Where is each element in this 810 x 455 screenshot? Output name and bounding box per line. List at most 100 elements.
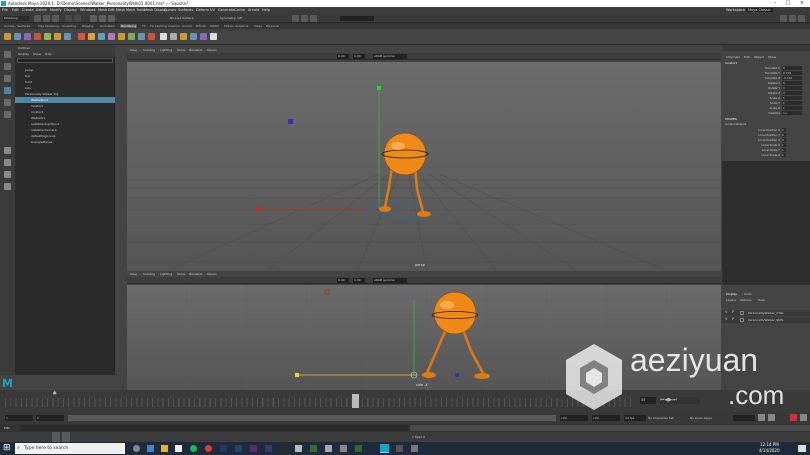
viewport-menu-item[interactable]: Lighting bbox=[160, 48, 172, 52]
undo-icon[interactable] bbox=[65, 15, 72, 22]
select-hierarchy-icon[interactable] bbox=[90, 15, 97, 22]
channel-tab[interactable]: Show bbox=[768, 55, 776, 59]
menu-item[interactable]: UV bbox=[210, 8, 215, 12]
paint-select-icon[interactable] bbox=[4, 75, 11, 82]
record-icon[interactable] bbox=[790, 414, 797, 421]
shelf-tool-icon[interactable] bbox=[200, 33, 207, 40]
shelf-tab[interactable]: Rigging bbox=[82, 24, 93, 28]
range-start-field[interactable]: 1 bbox=[36, 415, 64, 421]
outliner-layout-icon[interactable] bbox=[4, 183, 11, 190]
attribute-editor-icon[interactable] bbox=[789, 15, 796, 22]
shelf-tool-icon[interactable] bbox=[24, 33, 31, 40]
key-icon[interactable] bbox=[758, 414, 765, 421]
shelf-tool-icon[interactable] bbox=[98, 33, 105, 40]
viewport-menu-item[interactable]: Shading bbox=[143, 48, 155, 52]
photoshop-icon[interactable] bbox=[220, 445, 227, 452]
app-icon[interactable] bbox=[325, 445, 332, 452]
channel-tab[interactable]: Channels bbox=[726, 55, 740, 59]
outliner-item[interactable]: trianglePlanes bbox=[15, 139, 115, 145]
attribute-value[interactable]: 0.149 bbox=[782, 71, 802, 75]
windows-start-icon[interactable]: ⊞ bbox=[3, 444, 12, 453]
viewport-menu-item[interactable]: Show bbox=[177, 272, 185, 276]
color-swatch-icon[interactable] bbox=[740, 318, 744, 322]
color-space-dropdown[interactable]: sRGB gamma bbox=[373, 54, 407, 59]
shelf-tool-icon[interactable] bbox=[54, 33, 61, 40]
attribute-value[interactable]: 0 bbox=[782, 91, 802, 95]
shelf-tab-active[interactable]: Rendering bbox=[120, 24, 138, 28]
layer-name[interactable]: PersonalityWalker_CTRL bbox=[748, 311, 784, 315]
app-icon[interactable] bbox=[280, 445, 287, 452]
shelf-tab[interactable]: FX bbox=[142, 24, 146, 28]
outliner-menu-item[interactable]: Help bbox=[45, 52, 52, 56]
task-view-icon[interactable] bbox=[133, 445, 140, 452]
viewport-menu-item[interactable]: View bbox=[130, 272, 137, 276]
four-view-layout-icon[interactable] bbox=[4, 159, 11, 166]
outliner-menu-item[interactable]: Display bbox=[18, 52, 29, 56]
mode-dropdown[interactable]: Modeling bbox=[3, 16, 29, 21]
outliner-menu-item[interactable]: Show bbox=[33, 52, 41, 56]
attribute-value[interactable]: 0 bbox=[782, 128, 786, 132]
window-icon[interactable] bbox=[52, 432, 60, 442]
shelf-tool-icon[interactable] bbox=[148, 33, 155, 40]
render-settings-icon[interactable] bbox=[310, 15, 317, 22]
end-frame-field[interactable]: 120 bbox=[592, 415, 620, 421]
attribute-value[interactable]: 0 bbox=[782, 86, 802, 90]
modeling-toolkit-icon[interactable] bbox=[780, 15, 787, 22]
app-icon[interactable] bbox=[411, 445, 418, 452]
attribute-row[interactable]: Local Scale Z1 bbox=[722, 153, 810, 158]
menu-item[interactable]: Surfaces bbox=[178, 8, 193, 12]
live-surface-label[interactable]: No Live Surface bbox=[170, 16, 194, 20]
menu-item[interactable]: Windows bbox=[80, 8, 96, 12]
shelf-tool-icon[interactable] bbox=[44, 33, 51, 40]
attribute-value[interactable]: 1 bbox=[782, 101, 802, 105]
rotate-tool-icon[interactable] bbox=[4, 99, 11, 106]
viewport-menu-item[interactable]: View bbox=[130, 48, 137, 52]
color-space-dropdown[interactable]: sRGB gamma bbox=[373, 278, 407, 283]
close-icon[interactable]: × bbox=[797, 0, 807, 7]
premiere-icon[interactable] bbox=[250, 445, 257, 452]
shelf-tab[interactable]: MASH bbox=[210, 24, 219, 28]
attribute-value[interactable]: 0 bbox=[782, 138, 786, 142]
menu-item[interactable]: Modify bbox=[50, 8, 62, 12]
notification-icon[interactable] bbox=[798, 445, 806, 452]
menu-item[interactable]: Mesh bbox=[98, 8, 107, 12]
select-tool-icon[interactable] bbox=[4, 51, 11, 58]
menu-item[interactable]: Cache bbox=[234, 8, 245, 12]
viewport-menu-item[interactable]: Renderer bbox=[189, 272, 203, 276]
shelf-tool-icon[interactable] bbox=[88, 33, 95, 40]
shelf-tab[interactable]: Bifrost bbox=[196, 24, 206, 28]
layer-tab[interactable]: Display bbox=[726, 292, 737, 296]
attribute-value[interactable]: -0.144 bbox=[782, 76, 802, 80]
shelf-tool-icon[interactable] bbox=[108, 33, 115, 40]
shelf-tab[interactable]: Poly Modeling bbox=[38, 24, 59, 28]
attribute-row[interactable]: Visibility on bbox=[722, 111, 810, 116]
shelf-tool-icon[interactable] bbox=[210, 33, 217, 40]
viewport-menu-item[interactable]: Show bbox=[177, 48, 185, 52]
minimize-icon[interactable]: – bbox=[770, 0, 780, 7]
two-view-layout-icon[interactable] bbox=[4, 171, 11, 178]
viewport-field[interactable]: 0.00 bbox=[337, 54, 349, 59]
shelf-tab[interactable]: XGen bbox=[254, 24, 262, 28]
shelf-tab[interactable]: Custom bbox=[168, 24, 180, 28]
shelf-tool-icon[interactable] bbox=[118, 33, 125, 40]
menu-item[interactable]: Select bbox=[36, 8, 47, 12]
save-scene-icon[interactable] bbox=[52, 15, 59, 22]
shelf-tool-icon[interactable] bbox=[4, 33, 11, 40]
viewport-field[interactable]: 1.00 bbox=[353, 54, 365, 59]
start-frame-field[interactable]: 1 bbox=[5, 415, 33, 421]
menu-item[interactable]: Arnold bbox=[248, 8, 259, 12]
menu-item[interactable]: Mesh Tools bbox=[126, 8, 145, 12]
outliner-search-input[interactable] bbox=[17, 58, 113, 63]
app-icon[interactable] bbox=[235, 445, 242, 452]
viewport-menu-item[interactable]: Lighting bbox=[160, 272, 172, 276]
shelf-tab[interactable]: Animation bbox=[100, 24, 115, 28]
open-scene-icon[interactable] bbox=[43, 15, 50, 22]
symmetry-label[interactable]: Symmetry: Off bbox=[220, 16, 242, 20]
viewport-menu-item[interactable]: Panels bbox=[207, 48, 217, 52]
layer-tab[interactable]: Anim bbox=[744, 292, 752, 296]
app-icon[interactable] bbox=[396, 445, 403, 452]
viewport-field[interactable]: 1.00 bbox=[353, 278, 365, 283]
viewport-perspective[interactable]: persp bbox=[127, 62, 721, 271]
viewport-field[interactable]: 0.00 bbox=[337, 278, 349, 283]
command-input[interactable] bbox=[20, 425, 408, 431]
